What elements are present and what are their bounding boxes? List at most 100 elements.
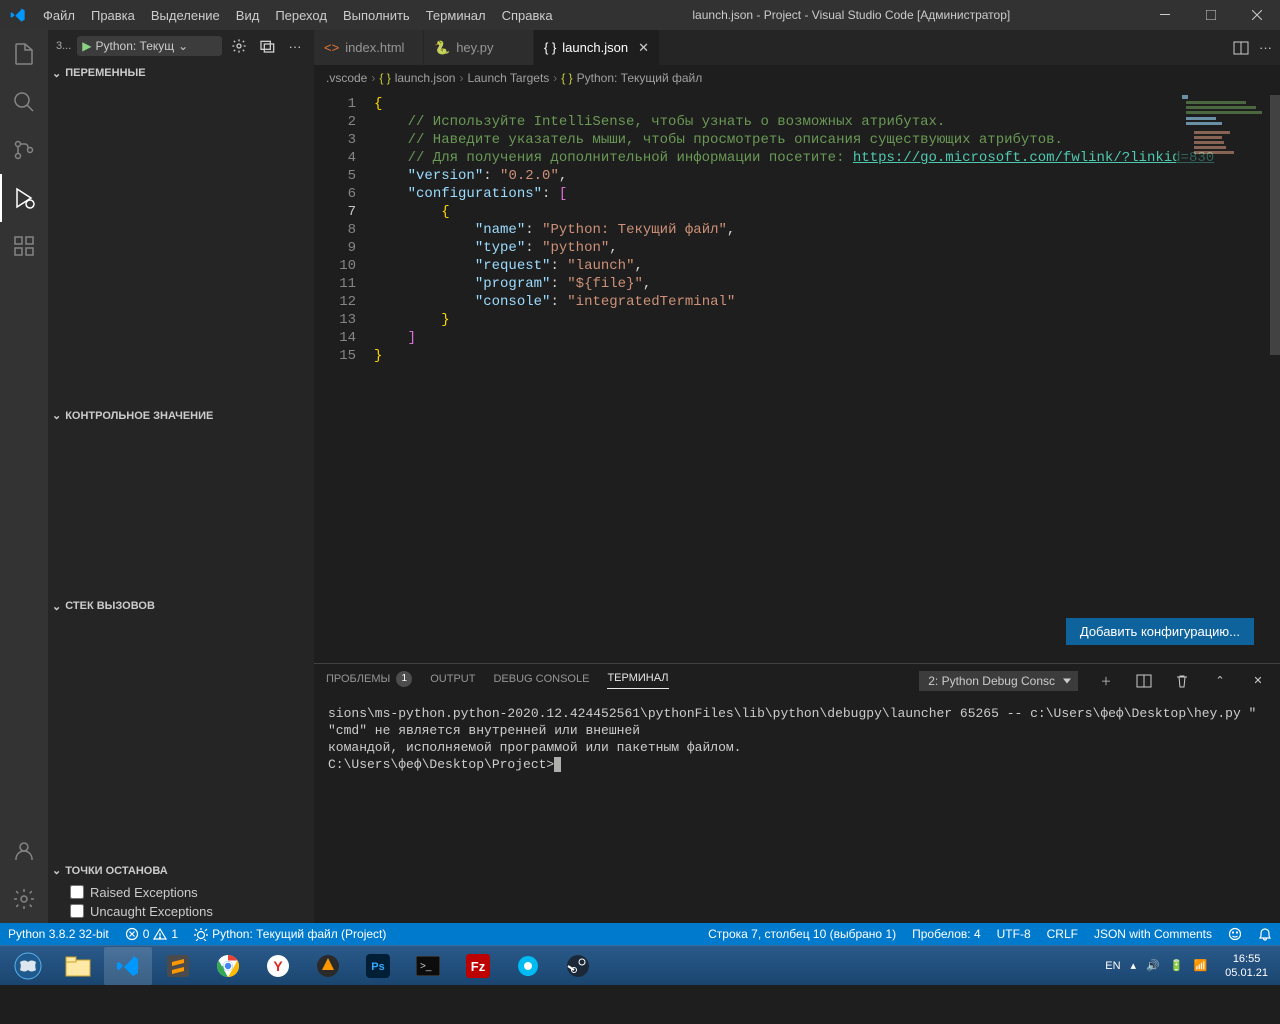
taskbar-vscode-icon[interactable] bbox=[104, 947, 152, 985]
minimize-button[interactable] bbox=[1142, 0, 1188, 30]
extensions-icon[interactable] bbox=[0, 222, 48, 270]
tab-label: index.html bbox=[345, 40, 404, 55]
start-button[interactable] bbox=[4, 947, 52, 985]
status-eol[interactable]: CRLF bbox=[1039, 923, 1086, 945]
minimap[interactable] bbox=[1176, 91, 1266, 663]
variables-section-header[interactable]: ⌄Переменные bbox=[48, 63, 314, 84]
taskbar-app-icon[interactable] bbox=[504, 947, 552, 985]
run-debug-icon[interactable] bbox=[0, 174, 48, 222]
menu-go[interactable]: Переход bbox=[267, 0, 335, 30]
status-bell-icon[interactable] bbox=[1250, 923, 1280, 945]
menu-selection[interactable]: Выделение bbox=[143, 0, 228, 30]
debug-console-icon[interactable] bbox=[256, 35, 278, 57]
breadcrumb-leaf[interactable]: Python: Текущий файл bbox=[577, 71, 703, 85]
maximize-button[interactable] bbox=[1188, 0, 1234, 30]
taskbar-clock[interactable]: 16:55 05.01.21 bbox=[1217, 952, 1276, 980]
status-language[interactable]: JSON with Comments bbox=[1086, 923, 1220, 945]
watch-section-header[interactable]: ⌄Контрольное значение bbox=[48, 405, 314, 426]
split-editor-icon[interactable] bbox=[1233, 40, 1249, 56]
taskbar-aimp-icon[interactable] bbox=[304, 947, 352, 985]
status-encoding[interactable]: UTF-8 bbox=[989, 923, 1039, 945]
status-indent[interactable]: Пробелов: 4 bbox=[904, 923, 989, 945]
raised-exceptions-checkbox[interactable] bbox=[70, 885, 84, 899]
callstack-section-header[interactable]: ⌄Стек вызовов bbox=[48, 596, 314, 617]
clock-time: 16:55 bbox=[1225, 952, 1268, 966]
launch-config-select[interactable]: ▶ Python: Текущ ⌄ bbox=[77, 36, 222, 56]
panel-tab-problems[interactable]: Проблемы 1 bbox=[326, 671, 412, 691]
json-file-icon: { } bbox=[379, 71, 390, 85]
code-content[interactable]: { // Используйте IntelliSense, чтобы узн… bbox=[374, 91, 1280, 663]
panel-tab-output[interactable]: Output bbox=[430, 673, 475, 689]
vscode-logo-icon bbox=[0, 7, 35, 23]
breakpoints-section-header[interactable]: ⌄Точки останова bbox=[48, 860, 314, 881]
language-indicator[interactable]: EN bbox=[1105, 960, 1120, 972]
taskbar-steam-icon[interactable] bbox=[554, 947, 602, 985]
uncaught-exceptions-checkbox[interactable] bbox=[70, 904, 84, 918]
editor-area: <>index.html 🐍hey.py { }launch.json✕ ···… bbox=[314, 30, 1280, 923]
close-button[interactable] bbox=[1234, 0, 1280, 30]
menu-view[interactable]: Вид bbox=[228, 0, 268, 30]
taskbar-yandex-icon[interactable]: Y bbox=[254, 947, 302, 985]
taskbar-explorer-icon[interactable] bbox=[54, 947, 102, 985]
status-debug-target[interactable]: Python: Текущий файл (Project) bbox=[186, 923, 394, 945]
breadcrumb-node[interactable]: Launch Targets bbox=[467, 71, 549, 85]
maximize-panel-icon[interactable]: ⌃ bbox=[1210, 674, 1230, 687]
taskbar-chrome-icon[interactable] bbox=[204, 947, 252, 985]
problems-label: Проблемы bbox=[326, 673, 390, 685]
status-python[interactable]: Python 3.8.2 32-bit bbox=[0, 923, 117, 945]
tab-label: hey.py bbox=[456, 40, 493, 55]
gear-icon[interactable] bbox=[228, 35, 250, 57]
menu-run[interactable]: Выполнить bbox=[335, 0, 418, 30]
split-terminal-icon[interactable] bbox=[1134, 674, 1154, 688]
volume-icon[interactable]: 🔊 bbox=[1146, 959, 1160, 972]
problems-badge: 1 bbox=[396, 671, 412, 687]
tab-launch-json[interactable]: { }launch.json✕ bbox=[534, 30, 660, 65]
status-cursor[interactable]: Строка 7, столбец 10 (выбрано 1) bbox=[700, 923, 904, 945]
terminal-select[interactable]: 2: Python Debug Consc bbox=[919, 671, 1078, 691]
tray-chevron-icon[interactable]: ▴ bbox=[1131, 959, 1137, 972]
status-problems[interactable]: 0 1 bbox=[117, 923, 186, 945]
close-icon[interactable]: ✕ bbox=[638, 40, 649, 56]
vertical-scrollbar[interactable] bbox=[1266, 91, 1280, 663]
chevron-down-icon: ⌄ bbox=[52, 67, 61, 80]
breadcrumb-folder[interactable]: .vscode bbox=[326, 71, 367, 85]
add-configuration-button[interactable]: Добавить конфигурацию... bbox=[1066, 618, 1254, 645]
system-tray[interactable]: EN ▴ 🔊 🔋 📶 bbox=[1097, 959, 1215, 972]
source-control-icon[interactable] bbox=[0, 126, 48, 174]
titlebar: Файл Правка Выделение Вид Переход Выполн… bbox=[0, 0, 1280, 30]
network-icon[interactable]: 📶 bbox=[1193, 959, 1207, 972]
scrollbar-thumb[interactable] bbox=[1270, 95, 1280, 355]
more-actions-icon[interactable]: ··· bbox=[1259, 40, 1272, 55]
taskbar-filezilla-icon[interactable]: Fz bbox=[454, 947, 502, 985]
new-terminal-icon[interactable]: ＋ bbox=[1096, 673, 1116, 689]
taskbar-cmd-icon[interactable]: >_ bbox=[404, 947, 452, 985]
battery-icon[interactable]: 🔋 bbox=[1170, 959, 1184, 972]
svg-text:Fz: Fz bbox=[471, 959, 486, 974]
menu-edit[interactable]: Правка bbox=[83, 0, 143, 30]
accounts-icon[interactable] bbox=[0, 827, 48, 875]
settings-gear-icon[interactable] bbox=[0, 875, 48, 923]
explorer-icon[interactable] bbox=[0, 30, 48, 78]
variables-body bbox=[48, 83, 314, 405]
python-file-icon: 🐍 bbox=[434, 40, 450, 56]
more-icon[interactable]: ··· bbox=[284, 35, 306, 57]
taskbar-sublime-icon[interactable] bbox=[154, 947, 202, 985]
panel-tab-debug-console[interactable]: Debug Console bbox=[493, 673, 589, 689]
status-feedback-icon[interactable] bbox=[1220, 923, 1250, 945]
menu-file[interactable]: Файл bbox=[35, 0, 83, 30]
terminal-content[interactable]: sions\ms-python.python-2020.12.424452561… bbox=[314, 697, 1280, 923]
watch-body bbox=[48, 426, 314, 596]
kill-terminal-icon[interactable] bbox=[1172, 674, 1192, 688]
breadcrumb[interactable]: .vscode › { } launch.json › Launch Targe… bbox=[314, 65, 1280, 91]
taskbar-photoshop-icon[interactable]: Ps bbox=[354, 947, 402, 985]
menu-help[interactable]: Справка bbox=[494, 0, 561, 30]
panel-tab-terminal[interactable]: Терминал bbox=[607, 672, 668, 689]
tab-index-html[interactable]: <>index.html bbox=[314, 30, 424, 65]
svg-text:Y: Y bbox=[273, 958, 283, 974]
tab-hey-py[interactable]: 🐍 hey.py bbox=[424, 30, 534, 65]
menu-terminal[interactable]: Терминал bbox=[418, 0, 494, 30]
close-panel-icon[interactable]: ✕ bbox=[1248, 674, 1268, 687]
search-icon[interactable] bbox=[0, 78, 48, 126]
breadcrumb-file[interactable]: launch.json bbox=[395, 71, 456, 85]
code-editor[interactable]: 123456789101112131415 { // Используйте I… bbox=[314, 91, 1280, 663]
